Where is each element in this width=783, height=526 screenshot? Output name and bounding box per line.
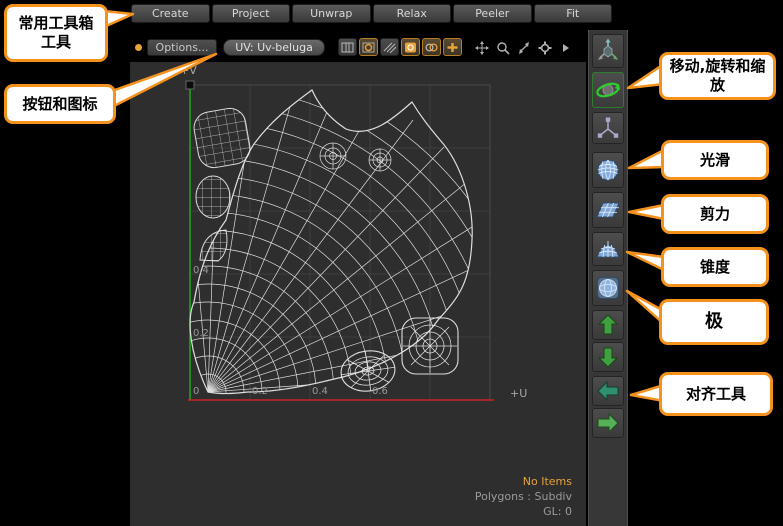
align-up-icon [596, 314, 620, 336]
overlap-circles-icon[interactable] [422, 38, 441, 56]
callout-shear: 剪力 [661, 194, 769, 234]
stripes-icon[interactable] [380, 38, 399, 56]
callout-smooth: 光滑 [661, 140, 769, 180]
tab-fit[interactable]: Fit [534, 4, 613, 23]
pole-tool-icon [595, 275, 621, 301]
u-tick-0-6: 0.6 [372, 386, 388, 397]
status-gl: GL: 0 [475, 504, 572, 519]
tab-peeler[interactable]: Peeler [453, 4, 532, 23]
u-tick-0-4: 0.4 [312, 386, 328, 397]
callout-taper: 锥度 [661, 247, 769, 287]
tab-create[interactable]: Create [131, 4, 210, 23]
move-tool-button[interactable] [592, 34, 624, 68]
v-tick-0-2: 0.2 [193, 328, 209, 339]
align-left-icon [596, 380, 620, 402]
uv-mesh-body[interactable] [130, 62, 547, 526]
v-axis-label: +V [180, 64, 197, 77]
tab-relax[interactable]: Relax [373, 4, 452, 23]
taper-tool-button[interactable] [592, 232, 624, 266]
u-axis-label: +U [510, 387, 527, 400]
right-tool-column [588, 30, 628, 526]
uv-eye-pole [320, 143, 391, 171]
tab-project[interactable]: Project [212, 4, 291, 23]
callout-toolbox: 常用工具箱工具 [4, 4, 108, 62]
smooth-tool-button[interactable] [592, 152, 624, 188]
uv-toolbar: Options... UV: Uv-beluga [130, 36, 586, 60]
scale-tool-button[interactable] [592, 112, 624, 144]
mirror-icon[interactable] [359, 38, 378, 56]
shear-tool-icon [595, 197, 621, 223]
pan-icon[interactable] [472, 39, 491, 57]
uv-viewport[interactable]: +V +U 0.4 0.2 0 0.2 0.4 0.6 No Items Pol… [130, 62, 586, 526]
more-arrow-icon[interactable] [556, 39, 575, 57]
align-up-button[interactable] [592, 310, 624, 340]
grid-corner-handle[interactable] [186, 81, 194, 89]
fit-view-icon[interactable] [514, 39, 533, 57]
v-tick-0-4: 0.4 [193, 265, 209, 276]
uv-view-icon-group [472, 39, 575, 57]
u-tick-0-2: 0.2 [252, 386, 268, 397]
move-tool-icon [595, 38, 621, 64]
align-down-button[interactable] [592, 342, 624, 372]
rotate-tool-icon [595, 77, 621, 103]
taper-tool-icon [595, 236, 621, 262]
status-readout: No Items Polygons : Subdiv GL: 0 [475, 474, 572, 519]
status-polygons: Polygons : Subdiv [475, 489, 572, 504]
status-dot-icon [135, 44, 142, 51]
fill-square-icon[interactable] [401, 38, 420, 56]
rotate-tool-button[interactable] [592, 72, 624, 108]
pole-tool-button[interactable] [592, 270, 624, 306]
callout-move-rotate-scale: 移动,旋转和缩放 [659, 52, 776, 100]
callout-align: 对齐工具 [659, 372, 773, 416]
toolbox-tab-bar: Create Project Unwrap Relax Peeler Fit [131, 4, 612, 24]
uv-display-icon-group [338, 38, 462, 56]
shear-tool-button[interactable] [592, 192, 624, 228]
uv-border-icon[interactable] [338, 38, 357, 56]
align-right-icon [596, 412, 620, 434]
zoom-icon[interactable] [493, 39, 512, 57]
align-down-icon [596, 346, 620, 368]
smooth-tool-icon [595, 157, 621, 183]
uv-map-selector[interactable]: UV: Uv-beluga [223, 39, 325, 56]
options-button[interactable]: Options... [147, 39, 217, 56]
uv-canvas[interactable] [130, 62, 586, 526]
scale-tool-icon [595, 115, 621, 141]
callout-buttons-icons: 按钮和图标 [4, 84, 116, 124]
status-no-items: No Items [475, 474, 572, 489]
align-left-button[interactable] [592, 376, 624, 406]
align-right-button[interactable] [592, 408, 624, 438]
gear-icon[interactable] [535, 39, 554, 57]
u-tick-0: 0 [193, 386, 199, 397]
tab-unwrap[interactable]: Unwrap [292, 4, 371, 23]
screenshot-stage: Create Project Unwrap Relax Peeler Fit O… [0, 0, 783, 526]
cross-icon[interactable] [443, 38, 462, 56]
callout-pole: 极 [659, 299, 769, 345]
